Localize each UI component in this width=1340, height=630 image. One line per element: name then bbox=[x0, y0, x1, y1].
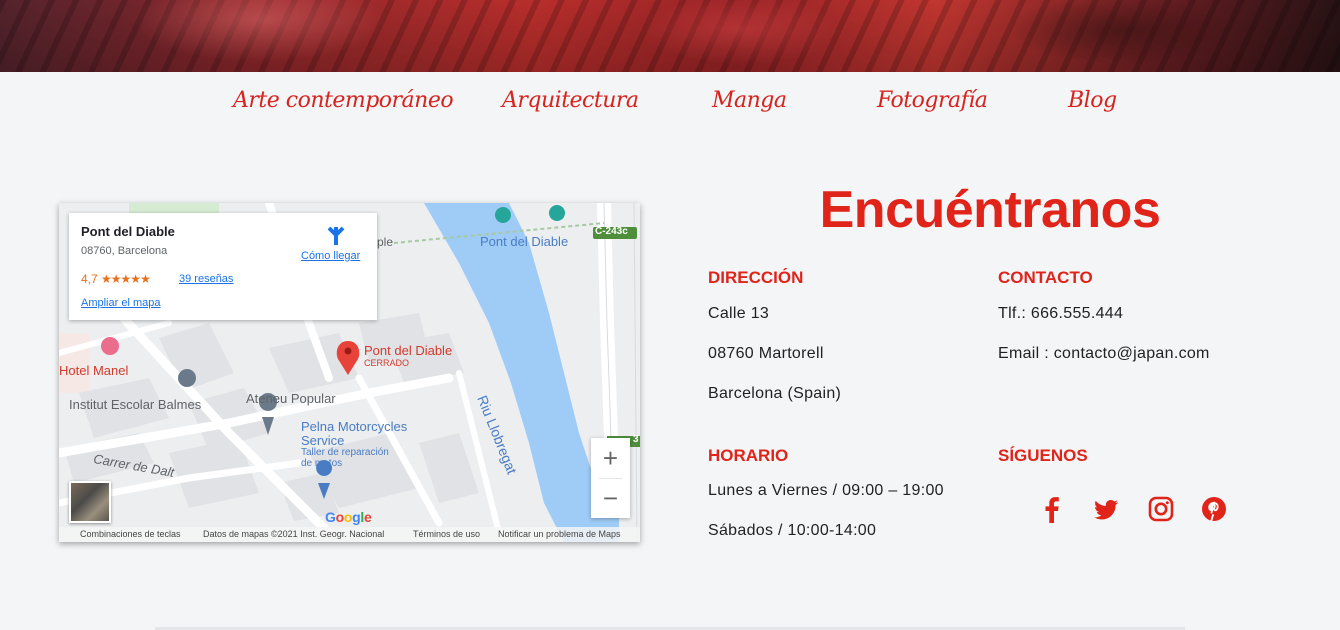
map-label-ateneu: Ateneu Popular bbox=[246, 391, 336, 406]
map-rating-value: 4,7 bbox=[81, 272, 98, 286]
map-reviews-link[interactable]: 39 reseñas bbox=[179, 273, 233, 285]
hours-line-2: Sábados / 10:00-14:00 bbox=[708, 522, 877, 539]
zoom-out-button[interactable]: − bbox=[591, 478, 630, 518]
map-label-hotel: Hotel Manel bbox=[59, 363, 129, 378]
map-pin-status: CERRADO bbox=[364, 358, 410, 368]
nav-link-blog[interactable]: Blog bbox=[1068, 88, 1117, 113]
address-line-2: 08760 Martorell bbox=[708, 345, 824, 362]
map-enlarge-link[interactable]: Ampliar el mapa bbox=[81, 297, 160, 309]
page-title: Encuéntranos bbox=[819, 181, 1161, 239]
map-shortcuts-link[interactable]: Combinaciones de teclas bbox=[80, 529, 181, 539]
hours-line-1: Lunes a Viernes / 09:00 – 19:00 bbox=[708, 482, 944, 499]
map-directions-link[interactable]: Cómo llegar bbox=[301, 250, 360, 262]
contact-email[interactable]: Email : contacto@japan.com bbox=[998, 345, 1210, 363]
map-info-card: Pont del Diable 08760, Barcelona 4,7 ★★★… bbox=[69, 213, 377, 320]
facebook-icon[interactable] bbox=[1040, 495, 1064, 528]
google-logo: Google bbox=[325, 509, 372, 525]
pinterest-icon[interactable] bbox=[1200, 495, 1228, 528]
map-report-link[interactable]: Notificar un problema de Maps bbox=[498, 529, 621, 539]
map-zoom-controls: + − bbox=[591, 438, 630, 518]
map-label-pelna-2: Service bbox=[301, 433, 345, 448]
nav-link-manga[interactable]: Manga bbox=[712, 88, 787, 113]
zoom-in-button[interactable]: + bbox=[591, 438, 630, 478]
map-place-address: 08760, Barcelona bbox=[81, 245, 168, 257]
map-terms-link[interactable]: Términos de uso bbox=[413, 529, 480, 539]
map-side-badge: 3 bbox=[633, 434, 639, 445]
nav-link-fotografia[interactable]: Fotografía bbox=[877, 88, 988, 113]
map-label-school: Institut Escolar Balmes bbox=[69, 397, 202, 412]
star-rating-icon: ★★★★★ bbox=[101, 272, 151, 286]
address-line-3: Barcelona (Spain) bbox=[708, 385, 842, 402]
address-line-1: Calle 13 bbox=[708, 305, 770, 322]
map-label-pelna-1: Pelna Motorcycles bbox=[301, 419, 408, 434]
map-satellite-toggle[interactable] bbox=[69, 481, 111, 523]
map-label-pelna-3: Taller de reparación bbox=[301, 447, 389, 458]
nav-link-arte-contemporaneo[interactable]: Arte contemporáneo bbox=[233, 88, 454, 113]
map-place-name: Pont del Diable bbox=[81, 224, 175, 239]
hero-banner bbox=[0, 0, 1340, 72]
hours-heading: HORARIO bbox=[708, 446, 789, 465]
map-rating: 4,7 ★★★★★ bbox=[81, 272, 151, 286]
map-data-credit: Datos de mapas ©2021 Inst. Geogr. Nacion… bbox=[203, 529, 385, 539]
address-heading: DIRECCIÓN bbox=[708, 268, 804, 287]
directions-icon[interactable] bbox=[325, 225, 347, 247]
map-label-partial: ple bbox=[377, 235, 394, 249]
embedded-map[interactable]: Pont del Diable C-243c Riu Llobregat Pon… bbox=[59, 203, 640, 542]
map-label-pont-diable-top: Pont del Diable bbox=[480, 234, 569, 249]
map-road-badge: C-243c bbox=[595, 226, 628, 237]
nav-link-arquitectura[interactable]: Arquitectura bbox=[502, 88, 639, 113]
map-attribution-bar: Combinaciones de teclas Datos de mapas ©… bbox=[59, 527, 640, 542]
contact-heading: CONTACTO bbox=[998, 268, 1093, 287]
map-label-pelna-4: de motos bbox=[301, 458, 343, 469]
map-pin-label: Pont del Diable bbox=[364, 343, 453, 358]
twitter-icon[interactable] bbox=[1092, 495, 1120, 528]
follow-heading: SÍGUENOS bbox=[998, 446, 1088, 465]
main-nav: Arte contemporáneo Arquitectura Manga Fo… bbox=[0, 84, 1340, 128]
contact-phone: Tlf.: 666.555.444 bbox=[998, 305, 1124, 322]
instagram-icon[interactable] bbox=[1147, 495, 1175, 528]
